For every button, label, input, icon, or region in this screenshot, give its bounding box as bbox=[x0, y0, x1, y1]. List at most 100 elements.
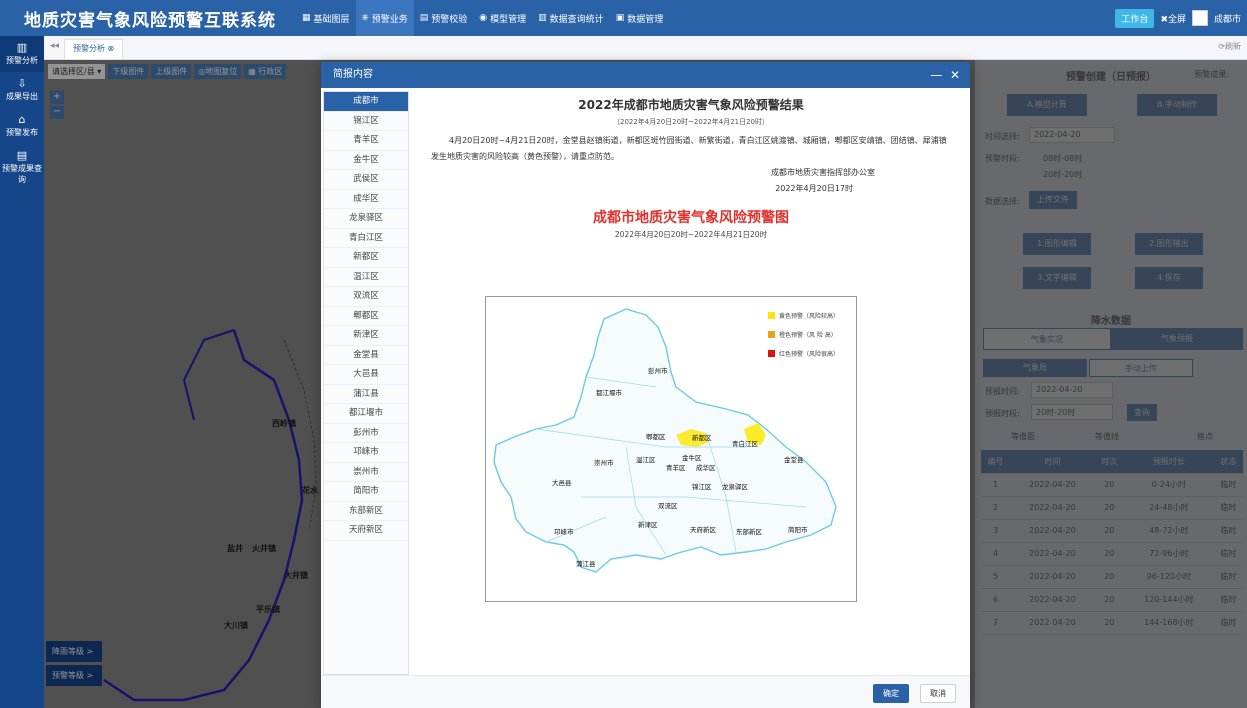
confirm-button[interactable]: 确定 bbox=[873, 684, 909, 703]
district-list: 成都市 锦江区 青羊区 金牛区 武侯区 成华区 龙泉驿区 青白江区 新都区 温江… bbox=[323, 91, 409, 675]
doc-sign-date: 2022年4月20日17时 bbox=[775, 184, 853, 193]
nav-label: 基础图层 bbox=[313, 14, 350, 25]
nav-warning-business[interactable]: ⎈ 预警业务 bbox=[355, 0, 414, 36]
brief-content-modal: 简报内容 — ✕ 成都市 锦江区 青羊区 金牛区 武侯区 成华区 龙泉驿区 青白… bbox=[321, 62, 970, 708]
sidebar-item-label: 预警成果查询 bbox=[2, 164, 42, 184]
sidebar-item-label: 成果导出 bbox=[6, 92, 38, 101]
warning-map[interactable]: 黄色预警（风险较高） 橙色预警（风 险 高） 红色预警（风险很高） 彭州市 都江… bbox=[485, 296, 857, 602]
map-district-label: 锦江区 bbox=[692, 483, 712, 491]
modal-title: 简报内容 bbox=[333, 69, 373, 80]
district-item[interactable]: 武侯区 bbox=[324, 170, 408, 190]
district-item[interactable]: 崇州市 bbox=[324, 463, 408, 482]
workbench-button[interactable]: 工作台 bbox=[1115, 8, 1155, 28]
sidebar-item-export[interactable]: ⇩ 成果导出 bbox=[0, 72, 44, 108]
map-district-label: 崇州市 bbox=[594, 459, 614, 467]
nav-label: 模型管理 bbox=[490, 14, 527, 25]
legend-red: 红色预警（风险很高） bbox=[768, 349, 839, 358]
district-item[interactable]: 锦江区 bbox=[324, 112, 408, 131]
map-district-label: 青白江区 bbox=[732, 440, 758, 448]
sidebar-item-label: 预警分析 bbox=[6, 56, 38, 65]
map-district-label: 新都区 bbox=[692, 434, 712, 442]
district-item[interactable]: 成华区 bbox=[324, 190, 408, 209]
district-item[interactable]: 成都市 bbox=[324, 92, 408, 112]
map-district-label: 郫都区 bbox=[646, 433, 666, 441]
district-item[interactable]: 东部新区 bbox=[324, 502, 408, 521]
map-district-label: 大邑县 bbox=[552, 479, 572, 487]
tab-warning-analysis[interactable]: 预警分析 ⊗ bbox=[64, 39, 124, 59]
main-nav: ▦ 基础图层 ⎈ 预警业务 ▤ 预警校验 ◉ 模型管理 ▥ 数据查询统计 ▣ 数据管理 bbox=[296, 0, 669, 36]
warning-map-title: 成都市地质灾害气象风险预警图 bbox=[593, 210, 789, 226]
app-title: 地质灾害气象风险预警互联系统 bbox=[24, 10, 276, 31]
sidebar: ▥ 预警分析 ⇩ 成果导出 ⌂ 预警发布 ▤ 预警成果查询 bbox=[0, 36, 44, 708]
layers-icon: ▦ bbox=[302, 13, 311, 23]
nav-warning-check[interactable]: ▤ 预警校验 bbox=[414, 0, 474, 36]
fullscreen-button[interactable]: ✖全屏 bbox=[1160, 12, 1186, 25]
chart-icon: ▥ bbox=[538, 13, 547, 23]
refresh-button[interactable]: ⟳刷新 bbox=[1218, 41, 1241, 52]
doc-body: 4月20日20时~4月21日20时，金堂县赵镇街道，新都区斑竹园街道、新繁街道，… bbox=[431, 136, 947, 161]
nav-basemap[interactable]: ▦ 基础图层 bbox=[296, 0, 356, 36]
legend-label: 红色预警（风险很高） bbox=[779, 351, 840, 358]
district-item[interactable]: 金堂县 bbox=[324, 346, 408, 365]
district-item[interactable]: 都江堰市 bbox=[324, 404, 408, 424]
nav-label: 预警校验 bbox=[431, 14, 468, 25]
model-icon: ◉ bbox=[479, 13, 488, 23]
map-district-label: 天府新区 bbox=[690, 526, 716, 534]
doc-period: （2022年4月20日20时~2022年4月21日20时） bbox=[612, 118, 770, 126]
tab-strip: ◂◂ 预警分析 ⊗ ⟳刷新 bbox=[44, 36, 1247, 60]
district-item[interactable]: 温江区 bbox=[324, 268, 408, 287]
district-item[interactable]: 金牛区 bbox=[324, 151, 408, 170]
cancel-button[interactable]: 取消 bbox=[920, 684, 956, 703]
nav-data-query[interactable]: ▥ 数据查询统计 bbox=[532, 0, 610, 36]
sidebar-item-results-query[interactable]: ▤ 预警成果查询 bbox=[0, 144, 44, 191]
user-name[interactable]: 成都市 bbox=[1214, 12, 1241, 25]
map-district-label: 成华区 bbox=[696, 464, 716, 472]
map-district-label: 蒲江县 bbox=[576, 560, 596, 568]
district-item[interactable]: 简阳市 bbox=[324, 482, 408, 502]
nav-data-manage[interactable]: ▣ 数据管理 bbox=[610, 0, 670, 36]
district-item[interactable]: 青羊区 bbox=[324, 131, 408, 151]
district-item[interactable]: 天府新区 bbox=[324, 521, 408, 541]
export-icon: ⇩ bbox=[17, 77, 27, 90]
legend-swatch bbox=[768, 331, 775, 338]
modal-footer: 确定 取消 bbox=[321, 675, 970, 708]
map-district-label: 邛崃市 bbox=[554, 528, 574, 536]
map-district-label: 东部新区 bbox=[736, 528, 762, 536]
map-district-label: 新津区 bbox=[638, 521, 658, 529]
legend-orange: 橙色预警（风 险 高） bbox=[768, 330, 837, 339]
sidebar-item-warning-analysis[interactable]: ▥ 预警分析 bbox=[0, 36, 44, 72]
tab-scroll-left-icon[interactable]: ◂◂ bbox=[50, 41, 59, 51]
avatar[interactable] bbox=[1191, 10, 1208, 26]
district-item[interactable]: 青白江区 bbox=[324, 229, 408, 248]
top-bar: 地质灾害气象风险预警互联系统 ▦ 基础图层 ⎈ 预警业务 ▤ 预警校验 ◉ 模型管理 ▥… bbox=[0, 0, 1247, 36]
nav-label: 预警业务 bbox=[371, 14, 408, 25]
district-item[interactable]: 新津区 bbox=[324, 326, 408, 346]
minimize-icon[interactable]: — bbox=[930, 68, 942, 82]
map-district-label: 温江区 bbox=[636, 456, 656, 464]
district-item[interactable]: 彭州市 bbox=[324, 424, 408, 443]
district-item[interactable]: 新都区 bbox=[324, 248, 408, 268]
chengdu-map-shape bbox=[493, 308, 837, 573]
district-item[interactable]: 龙泉驿区 bbox=[324, 209, 408, 229]
query-icon: ▤ bbox=[16, 149, 28, 162]
nav-label: 数据查询统计 bbox=[549, 14, 604, 25]
nav-model-manage[interactable]: ◉ 模型管理 bbox=[473, 0, 532, 36]
sidebar-item-publish[interactable]: ⌂ 预警发布 bbox=[0, 108, 44, 144]
map-district-label: 都江堰市 bbox=[596, 389, 622, 397]
doc-sign-org: 成都市地质灾害指挥部办公室 bbox=[771, 168, 875, 177]
district-item[interactable]: 大邑县 bbox=[324, 365, 408, 385]
district-item[interactable]: 邛崃市 bbox=[324, 443, 408, 463]
legend-label: 黄色预警（风险较高） bbox=[779, 313, 840, 320]
district-item[interactable]: 郫都区 bbox=[324, 307, 408, 326]
legend-swatch bbox=[768, 312, 775, 319]
district-item[interactable]: 双流区 bbox=[324, 287, 408, 307]
map-district-label: 金牛区 bbox=[682, 454, 702, 462]
map-district-label: 双流区 bbox=[658, 502, 678, 510]
district-item[interactable]: 蒲江县 bbox=[324, 385, 408, 404]
map-district-label: 金堂县 bbox=[784, 456, 804, 464]
close-icon[interactable]: ✕ bbox=[950, 68, 960, 82]
warning-icon: ⎈ bbox=[361, 13, 369, 23]
map-district-label: 青羊区 bbox=[666, 464, 686, 472]
warning-map-period: 2022年4月20日20时~2022年4月21日20时 bbox=[614, 230, 768, 239]
document-icon: ▤ bbox=[419, 13, 429, 23]
